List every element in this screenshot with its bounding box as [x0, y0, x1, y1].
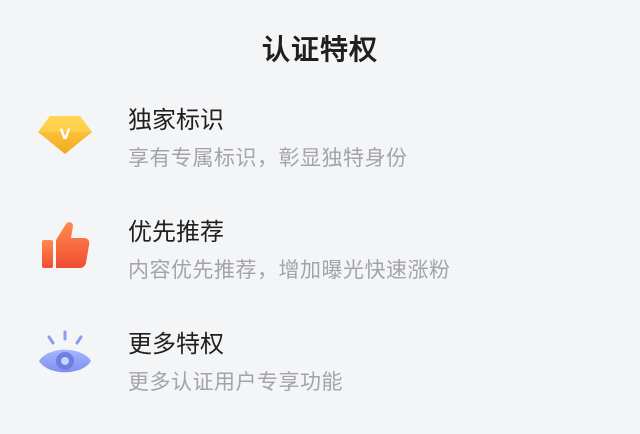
page-title: 认证特权: [261, 33, 378, 66]
eye-icon: [36, 328, 94, 386]
privilege-item-priority-recommend: 优先推荐 内容优先推荐，增加曝光快速涨粉: [0, 212, 640, 302]
diamond-v-icon: V: [36, 104, 94, 162]
svg-text:V: V: [60, 127, 71, 143]
privilege-item-exclusive-badge: V 独家标识 享有专属标识，彰显独特身份: [0, 100, 640, 190]
thumbs-up-icon: [36, 216, 94, 274]
privilege-heading: 独家标识: [128, 106, 224, 134]
privilege-heading: 更多特权: [128, 330, 224, 358]
privilege-item-more-privileges: 更多特权 更多认证用户专享功能: [0, 324, 640, 414]
privilege-description: 内容优先推荐，增加曝光快速涨粉: [128, 258, 451, 282]
privilege-description: 更多认证用户专享功能: [128, 370, 343, 394]
privilege-heading: 优先推荐: [128, 218, 224, 246]
privilege-description: 享有专属标识，彰显独特身份: [128, 146, 408, 170]
